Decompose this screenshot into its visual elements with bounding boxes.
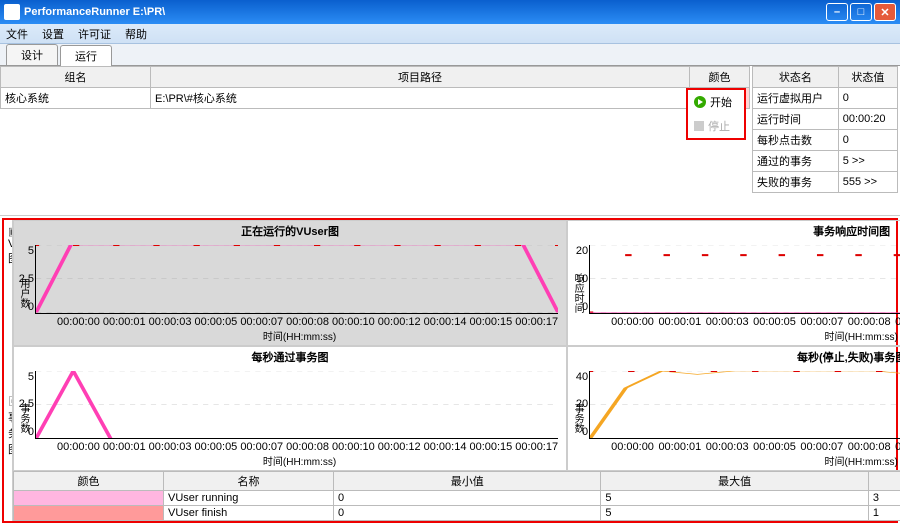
legend-col-max: 最大值 xyxy=(601,472,868,491)
chart-tree: VUser图 正在运行的VUser图 事务图 事务响应时间图 每秒通过事务图 每… xyxy=(4,220,13,521)
cell-group[interactable]: 核心系统 xyxy=(1,88,151,109)
control-panel: 开始 停止 xyxy=(686,88,746,140)
col-color: 颜色 xyxy=(690,67,750,88)
col-group: 组名 xyxy=(1,67,151,88)
start-button[interactable]: 开始 xyxy=(688,90,744,114)
chart-fail-per-sec[interactable]: 每秒(停止,失败)事务图事务数4020000:00:0000:00:0100:0… xyxy=(567,346,900,472)
stop-icon xyxy=(694,121,704,131)
stop-label: 停止 xyxy=(708,118,730,134)
menu-help[interactable]: 帮助 xyxy=(125,26,147,42)
status-col-name: 状态名 xyxy=(753,67,839,88)
legend-col-avg: 平均值 xyxy=(868,472,900,491)
close-button[interactable]: ✕ xyxy=(874,3,896,21)
status-table: 状态名 状态值 运行虚拟用户0 运行时间00:00:20 每秒点击数0 通过的事… xyxy=(752,66,898,193)
status-value: 00:00:20 xyxy=(838,109,897,130)
design-area: 组名 项目路径 颜色 核心系统 E:\PR\#核心系统 开始 停止 状态名 状态… xyxy=(0,66,900,216)
status-name: 通过的事务 xyxy=(753,151,839,172)
legend-swatch xyxy=(14,506,164,521)
cell-path[interactable]: E:\PR\#核心系统 xyxy=(151,88,690,109)
maximize-button[interactable]: □ xyxy=(850,3,872,21)
col-path: 项目路径 xyxy=(151,67,690,88)
legend-name: VUser running xyxy=(164,491,334,506)
legend-avg: 3 xyxy=(868,491,900,506)
legend-col-color: 颜色 xyxy=(14,472,164,491)
status-name: 运行虚拟用户 xyxy=(753,88,839,109)
legend-min: 0 xyxy=(334,506,601,521)
menu-license[interactable]: 许可证 xyxy=(78,26,111,42)
titlebar: PerformanceRunner E:\PR\ – □ ✕ xyxy=(0,0,900,24)
status-name: 运行时间 xyxy=(753,109,839,130)
legend-max: 5 xyxy=(601,506,868,521)
status-value[interactable]: 555 >> xyxy=(838,172,897,193)
menu-settings[interactable]: 设置 xyxy=(42,26,64,42)
play-icon xyxy=(694,96,706,108)
charts-grid: 正在运行的VUser图用户数52.5000:00:0000:00:0100:00… xyxy=(13,220,900,521)
legend-table: 颜色 名称 最小值 最大值 平均值 VUser running 0 5 3 VU… xyxy=(13,471,900,521)
chart-vuser[interactable]: 正在运行的VUser图用户数52.5000:00:0000:00:0100:00… xyxy=(13,220,567,346)
status-col-value: 状态值 xyxy=(838,67,897,88)
legend-col-min: 最小值 xyxy=(334,472,601,491)
menubar: 文件 设置 许可证 帮助 xyxy=(0,24,900,44)
app-icon xyxy=(4,4,20,20)
menu-file[interactable]: 文件 xyxy=(6,26,28,42)
legend-name: VUser finish xyxy=(164,506,334,521)
window-title: PerformanceRunner E:\PR\ xyxy=(24,6,826,18)
start-label: 开始 xyxy=(710,94,732,110)
status-value: 0 xyxy=(838,130,897,151)
status-name: 每秒点击数 xyxy=(753,130,839,151)
chart-response-time[interactable]: 事务响应时间图响应时间2010000:00:0000:00:0100:00:03… xyxy=(567,220,900,346)
status-value: 0 xyxy=(838,88,897,109)
stop-button[interactable]: 停止 xyxy=(688,114,744,138)
legend-max: 5 xyxy=(601,491,868,506)
tabbar: 设计 运行 xyxy=(0,44,900,66)
minimize-button[interactable]: – xyxy=(826,3,848,21)
legend-swatch xyxy=(14,491,164,506)
chart-pass-per-sec[interactable]: 每秒通过事务图事务数52.5000:00:0000:00:0100:00:030… xyxy=(13,346,567,472)
legend-col-name: 名称 xyxy=(164,472,334,491)
status-name: 失败的事务 xyxy=(753,172,839,193)
project-table: 组名 项目路径 颜色 核心系统 E:\PR\#核心系统 xyxy=(0,66,750,109)
lower-panel: VUser图 正在运行的VUser图 事务图 事务响应时间图 每秒通过事务图 每… xyxy=(2,218,898,523)
status-value[interactable]: 5 >> xyxy=(838,151,897,172)
legend-min: 0 xyxy=(334,491,601,506)
legend-avg: 1 xyxy=(868,506,900,521)
tab-design[interactable]: 设计 xyxy=(6,44,58,65)
tab-run[interactable]: 运行 xyxy=(60,45,112,66)
